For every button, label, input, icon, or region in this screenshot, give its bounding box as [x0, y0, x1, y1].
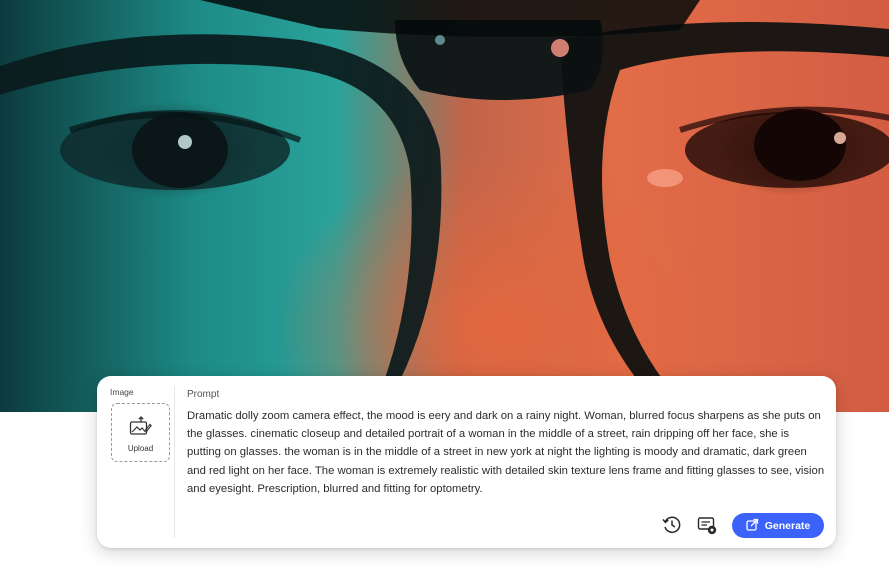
- prompt-textarea[interactable]: Dramatic dolly zoom camera effect, the m…: [187, 407, 825, 498]
- history-button[interactable]: [661, 514, 683, 536]
- prompt-section-label: Prompt: [187, 389, 220, 400]
- image-upload-icon: [129, 416, 152, 443]
- prompt-settings-icon: [696, 517, 718, 540]
- history-icon: [661, 516, 683, 540]
- panel-divider: [174, 386, 175, 538]
- generate-icon: [746, 518, 759, 534]
- prompt-card: Image Upload Prompt Dramatic dolly zoom …: [97, 376, 836, 548]
- upload-label: Upload: [127, 444, 154, 453]
- image-section-label: Image: [110, 387, 134, 397]
- upload-image-button[interactable]: Upload: [111, 403, 170, 462]
- hero-image: [0, 0, 889, 412]
- glasses-closeup-illustration: [0, 0, 889, 412]
- generate-button[interactable]: Generate: [732, 513, 824, 538]
- generate-label: Generate: [764, 519, 811, 532]
- prompt-settings-button[interactable]: [696, 514, 718, 536]
